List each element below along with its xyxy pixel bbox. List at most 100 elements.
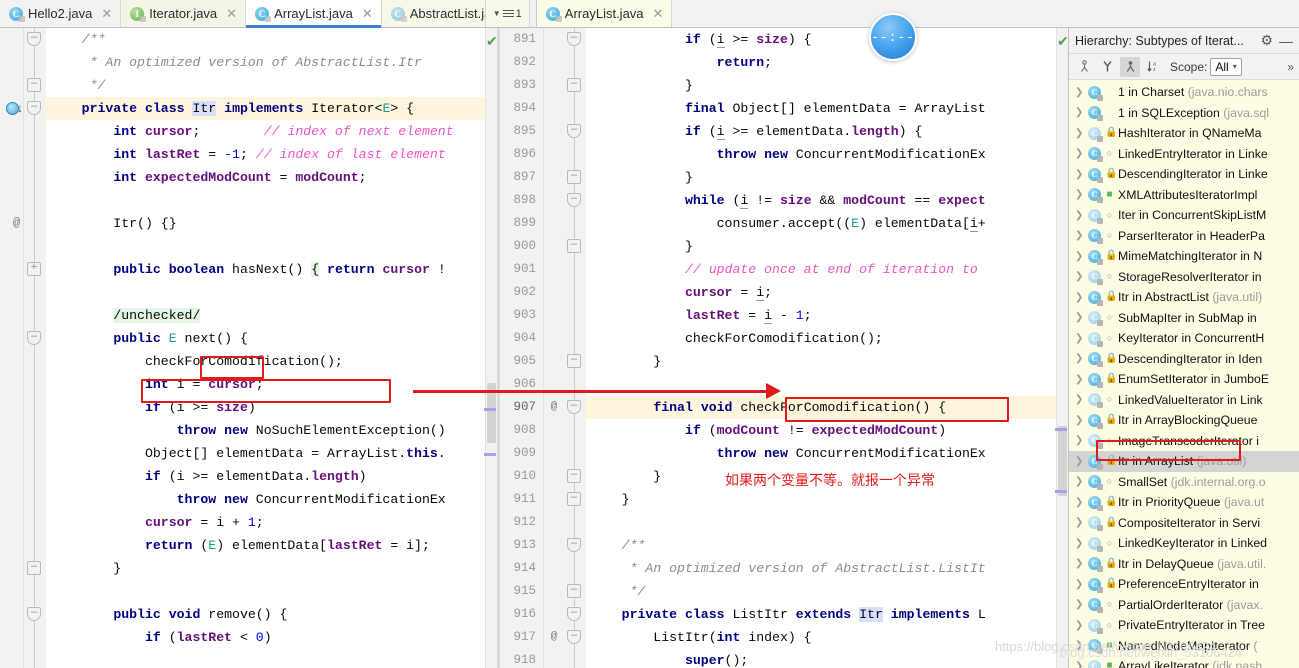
code-fold-toggle[interactable]	[27, 32, 41, 46]
expand-arrow-icon[interactable]: ❯	[1075, 558, 1084, 569]
hierarchy-item[interactable]: ❯ C 🔒 Itr in DelayQueue (java.util.	[1069, 554, 1299, 575]
tab-abstractlist-java[interactable]: C AbstractList.java	[381, 0, 486, 27]
expand-arrow-icon[interactable]: ❯	[1075, 312, 1084, 323]
hierarchy-item[interactable]: ❯ C ○ KeyIterator in ConcurrentH	[1069, 328, 1299, 349]
expand-arrow-icon[interactable]: ❯	[1075, 435, 1084, 446]
code-fold-toggle[interactable]	[567, 607, 581, 621]
hierarchy-item[interactable]: ❯ C ○ ImageTranscoderIterator i	[1069, 431, 1299, 452]
hierarchy-item[interactable]: ❯ C ○ PrivateEntryIterator in Tree	[1069, 615, 1299, 636]
right-editor-content[interactable]: if (i >= size) { return; } final Object[…	[586, 28, 1056, 668]
right-annotation-column[interactable]: @ @	[544, 28, 564, 668]
expand-arrow-icon[interactable]: ❯	[1075, 251, 1084, 262]
expand-arrow-icon[interactable]: ❯	[1075, 148, 1084, 159]
expand-arrow-icon[interactable]: ❯	[1075, 456, 1084, 467]
expand-arrow-icon[interactable]: ❯	[1075, 87, 1084, 98]
left-editor-markers[interactable]: ✔	[484, 28, 498, 668]
hierarchy-item[interactable]: ❯ C ○ LinkedEntryIterator in Linke	[1069, 144, 1299, 165]
toolbar-overflow-icon[interactable]: »	[1287, 60, 1294, 74]
expand-arrow-icon[interactable]: ❯	[1075, 210, 1084, 221]
left-editor-gutter[interactable]: ↓ @	[0, 28, 24, 668]
expand-arrow-icon[interactable]: ❯	[1075, 169, 1084, 180]
code-fold-toggle[interactable]	[27, 561, 41, 575]
code-fold-toggle[interactable]	[567, 469, 581, 483]
expand-arrow-icon[interactable]: ❯	[1075, 374, 1084, 385]
code-fold-toggle[interactable]	[567, 400, 581, 414]
code-fold-toggle[interactable]	[567, 239, 581, 253]
expand-arrow-icon[interactable]: ❯	[1075, 517, 1084, 528]
expand-arrow-icon[interactable]: ❯	[1075, 230, 1084, 241]
hierarchy-item[interactable]: ❯ C ■ NamedNodeMapIterator (	[1069, 636, 1299, 657]
expand-arrow-icon[interactable]: ❯	[1075, 189, 1084, 200]
expand-arrow-icon[interactable]: ❯	[1075, 497, 1084, 508]
expand-arrow-icon[interactable]: ❯	[1075, 538, 1084, 549]
expand-arrow-icon[interactable]: ❯	[1075, 333, 1084, 344]
hierarchy-tree[interactable]: ❯ C 1 in Charset (java.nio.chars ❯ C 1 in SQL…	[1069, 80, 1299, 668]
minimize-icon[interactable]: —	[1279, 33, 1293, 49]
expand-arrow-icon[interactable]: ❯	[1075, 107, 1084, 118]
code-fold-toggle[interactable]	[567, 354, 581, 368]
scrollbar-thumb[interactable]	[1058, 426, 1067, 496]
hierarchy-item[interactable]: ❯ C 🔒 DescendingIterator in Linke	[1069, 164, 1299, 185]
hierarchy-item[interactable]: ❯ C 🔒 EnumSetIterator in JumboE	[1069, 369, 1299, 390]
right-code-editor[interactable]: 891 892 893 894 895 896 897 898 899 900 901 902 903 9…	[500, 28, 1069, 668]
hierarchy-item[interactable]: ❯ C 🔒 Itr in ArrayBlockingQueue	[1069, 410, 1299, 431]
expand-arrow-icon[interactable]: ❯	[1075, 271, 1084, 282]
expand-arrow-icon[interactable]: ❯	[1075, 640, 1084, 651]
tab-split-arraylist-java[interactable]: C ArrayList.java ✕	[535, 0, 673, 27]
code-fold-toggle[interactable]	[27, 101, 41, 115]
close-icon[interactable]: ✕	[101, 7, 112, 20]
hierarchy-item[interactable]: ❯ C 🔒 HashIterator in QNameMa	[1069, 123, 1299, 144]
expand-arrow-icon[interactable]: ❯	[1075, 579, 1084, 590]
tab-hello2-java[interactable]: C Hello2.java ✕	[0, 0, 122, 27]
navigate-down-icon[interactable]: ↓	[17, 101, 23, 115]
code-fold-toggle[interactable]	[27, 607, 41, 621]
left-fold-column[interactable]	[24, 28, 46, 668]
code-fold-toggle[interactable]	[567, 170, 581, 184]
expand-arrow-icon[interactable]: ❯	[1075, 476, 1084, 487]
class-hierarchy-icon[interactable]	[1120, 56, 1140, 77]
tab-iterator-java[interactable]: I Iterator.java ✕	[121, 0, 247, 27]
tab-arraylist-java[interactable]: C ArrayList.java ✕	[246, 0, 382, 28]
code-fold-toggle[interactable]	[567, 538, 581, 552]
hierarchy-item[interactable]: ❯ C ■ XMLAttributesIteratorImpl	[1069, 185, 1299, 206]
hierarchy-item[interactable]: ❯ C ■ ArrayLikeIterator (jdk.nash	[1069, 656, 1299, 668]
hierarchy-item[interactable]: ❯ C ○ SmallSet (jdk.internal.org.o	[1069, 472, 1299, 493]
hierarchy-item[interactable]: ❯ C ○ PartialOrderIterator (javax.	[1069, 595, 1299, 616]
hierarchy-item[interactable]: ❯ C ○ Iter in ConcurrentSkipListM	[1069, 205, 1299, 226]
scrollbar-thumb[interactable]	[487, 383, 496, 443]
hierarchy-item[interactable]: ❯ C 1 in Charset (java.nio.chars	[1069, 82, 1299, 103]
hierarchy-item[interactable]: ❯ C 🔒 MimeMatchingIterator in N	[1069, 246, 1299, 267]
close-icon[interactable]: ✕	[362, 7, 373, 20]
hierarchy-item[interactable]: ❯ C ○ LinkedValueIterator in Link	[1069, 390, 1299, 411]
code-fold-toggle[interactable]	[567, 78, 581, 92]
expand-arrow-icon[interactable]: ❯	[1075, 128, 1084, 139]
hierarchy-item[interactable]: ❯ C 🔒 Itr in AbstractList (java.util)	[1069, 287, 1299, 308]
expand-arrow-icon[interactable]: ❯	[1075, 599, 1084, 610]
hierarchy-item[interactable]: ❯ C ○ SubMapIter in SubMap in	[1069, 308, 1299, 329]
code-fold-toggle[interactable]	[567, 32, 581, 46]
code-fold-toggle[interactable]	[27, 262, 41, 276]
hierarchy-item[interactable]: ❯ C 🔒 DescendingIterator in Iden	[1069, 349, 1299, 370]
tab-overflow-button[interactable]: ▼ 1	[485, 0, 530, 27]
expand-arrow-icon[interactable]: ❯	[1075, 353, 1084, 364]
expand-arrow-icon[interactable]: ❯	[1075, 661, 1084, 668]
expand-arrow-icon[interactable]: ❯	[1075, 394, 1084, 405]
code-fold-toggle[interactable]	[567, 584, 581, 598]
hierarchy-item[interactable]: ❯ C 🔒 PreferenceEntryIterator in	[1069, 574, 1299, 595]
close-icon[interactable]: ✕	[653, 7, 664, 20]
hierarchy-item[interactable]: ❯ C 🔒 CompositeIterator in Servi	[1069, 513, 1299, 534]
code-fold-toggle[interactable]	[567, 193, 581, 207]
supertypes-hierarchy-icon[interactable]	[1074, 57, 1094, 77]
expand-arrow-icon[interactable]: ❯	[1075, 415, 1084, 426]
expand-arrow-icon[interactable]: ❯	[1075, 620, 1084, 631]
code-fold-toggle[interactable]	[27, 78, 41, 92]
right-editor-gutter[interactable]: 891 892 893 894 895 896 897 898 899 900 901 902 903 9…	[500, 28, 544, 668]
code-fold-toggle[interactable]	[567, 124, 581, 138]
hierarchy-item[interactable]: ❯ C 🔒 Itr in ArrayList (java.util)	[1069, 451, 1299, 472]
close-icon[interactable]: ✕	[226, 7, 237, 20]
expand-arrow-icon[interactable]: ❯	[1075, 292, 1084, 303]
right-fold-column[interactable]	[564, 28, 586, 668]
hierarchy-item[interactable]: ❯ C 🔒 Itr in PriorityQueue (java.ut	[1069, 492, 1299, 513]
hierarchy-item[interactable]: ❯ C ○ ParserIterator in HeaderPa	[1069, 226, 1299, 247]
scope-select[interactable]: All ▾	[1210, 57, 1242, 76]
